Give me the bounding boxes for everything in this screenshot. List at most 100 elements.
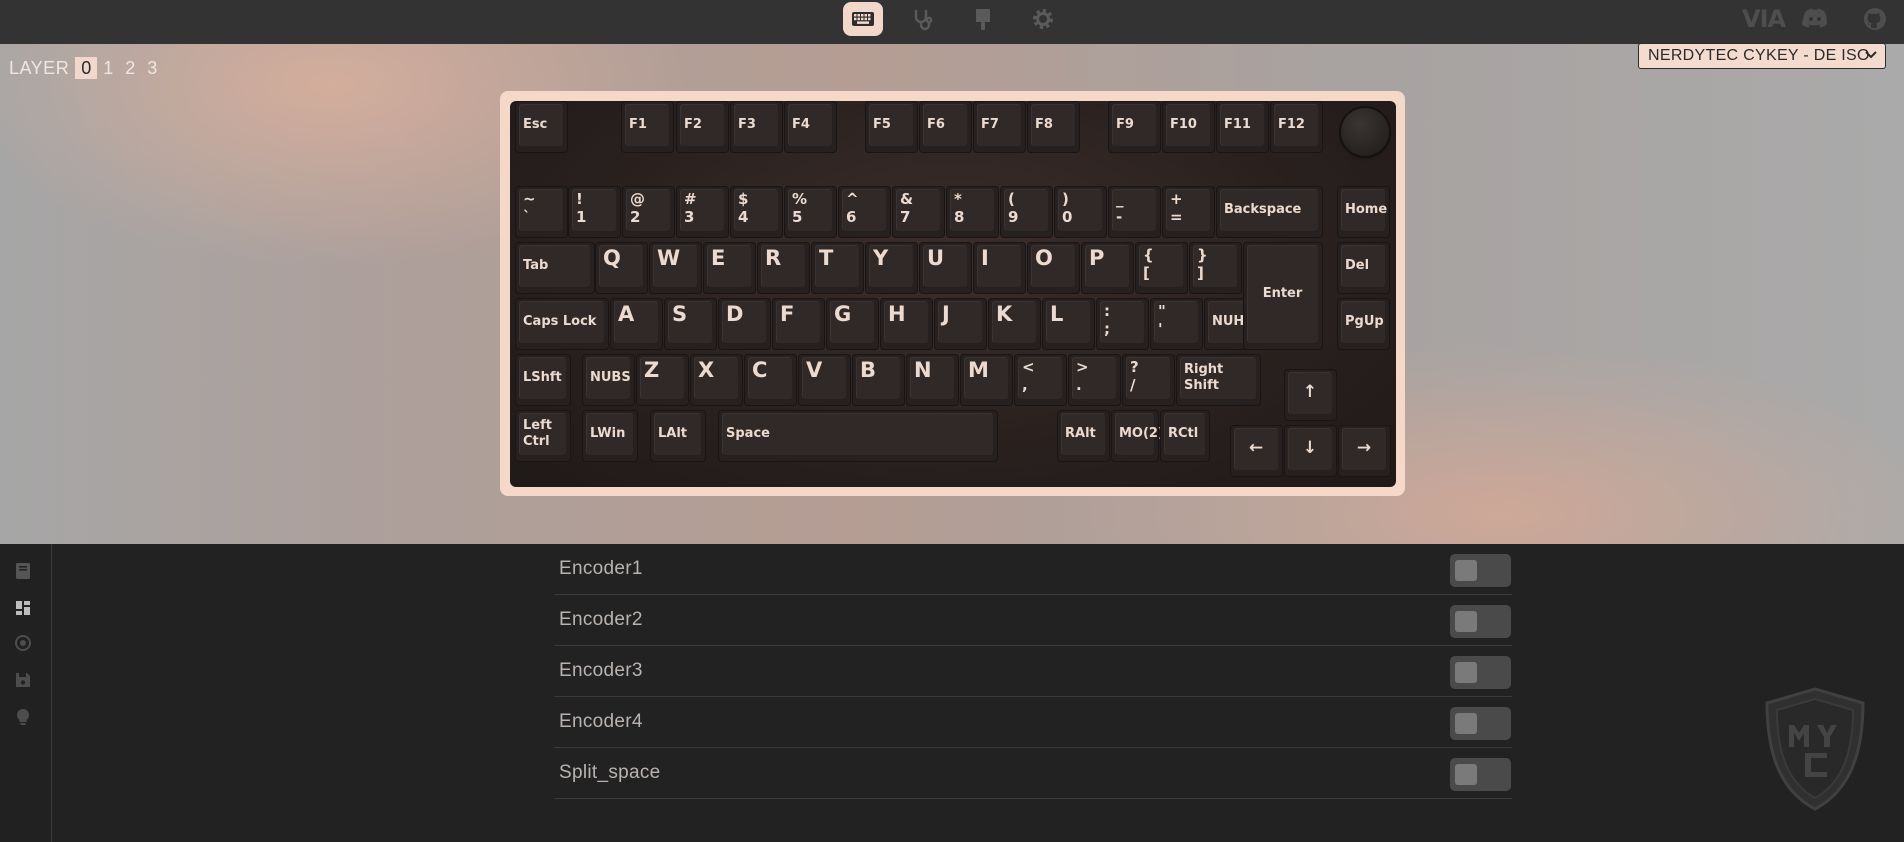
book-icon[interactable] [13,561,33,581]
key-x[interactable]: X [690,354,743,406]
key-k[interactable]: K [988,298,1041,350]
settings-tab[interactable] [1023,2,1063,36]
key-n8[interactable]: * 8 [946,186,999,238]
option-toggle[interactable] [1450,605,1511,638]
key-lalt[interactable]: LAlt [650,410,706,462]
key-f6[interactable]: F6 [919,101,972,153]
key-o[interactable]: O [1027,242,1080,294]
key-ralt[interactable]: RAlt [1057,410,1110,462]
keyboard-tab[interactable] [843,2,883,36]
keyboard-definition-select[interactable]: NERDYTEC CYKEY - DE ISO [1638,43,1886,69]
key-right[interactable]: → [1338,425,1391,477]
key-n4[interactable]: $4 [730,186,783,238]
option-toggle[interactable] [1450,707,1511,740]
key-semicolon[interactable]: :; [1096,298,1149,350]
key-f2[interactable]: F2 [676,101,729,153]
key-n1[interactable]: ! 1 [568,186,621,238]
key-rctl[interactable]: RCtl [1160,410,1210,462]
key-f12[interactable]: F12 [1270,101,1323,153]
key-r[interactable]: R [757,242,810,294]
key-j[interactable]: J [934,298,987,350]
key-u[interactable]: U [919,242,972,294]
discord-link[interactable] [1801,6,1829,32]
key-n3[interactable]: #3 [676,186,729,238]
key-n0[interactable]: ) 0 [1054,186,1107,238]
via-logo[interactable]: VIA [1742,5,1786,33]
key-v[interactable]: V [798,354,851,406]
key-f7[interactable]: F7 [973,101,1026,153]
key-home[interactable]: Home [1337,186,1390,238]
layer-button-2[interactable]: 2 [119,57,141,79]
option-toggle[interactable] [1450,758,1511,791]
key-m[interactable]: M [960,354,1013,406]
key-h[interactable]: H [880,298,933,350]
key-down[interactable]: ↓ [1284,425,1337,477]
key-n6[interactable]: ^ 6 [838,186,891,238]
layer-button-3[interactable]: 3 [141,57,163,79]
key-nubs[interactable]: NUBS [582,354,635,406]
key-s[interactable]: S [664,298,717,350]
key-pgup[interactable]: PgUp [1337,298,1390,350]
key-esc[interactable]: Esc [515,101,568,153]
key-f4[interactable]: F4 [784,101,837,153]
key-lbracket[interactable]: {[ [1135,242,1188,294]
key-lctrl[interactable]: Left Ctrl [515,410,571,462]
key-f[interactable]: F [772,298,825,350]
key-e[interactable]: E [703,242,756,294]
key-f8[interactable]: F8 [1027,101,1080,153]
key-enter[interactable]: Enter [1243,242,1323,350]
key-d[interactable]: D [718,298,771,350]
key-n2[interactable]: @2 [622,186,675,238]
key-mo2[interactable]: MO(2) [1111,410,1164,462]
key-a[interactable]: A [610,298,663,350]
key-y[interactable]: Y [865,242,918,294]
option-toggle[interactable] [1450,656,1511,689]
key-backspace[interactable]: Backspace [1216,186,1323,238]
key-n5[interactable]: % 5 [784,186,837,238]
key-slash[interactable]: ? / [1122,354,1175,406]
key-lshift[interactable]: LShft [515,354,571,406]
key-i[interactable]: I [973,242,1026,294]
key-w[interactable]: W [649,242,702,294]
record-icon[interactable] [13,633,33,653]
lightbulb-icon[interactable] [13,707,33,727]
dashboard-icon[interactable] [13,598,33,618]
key-n7[interactable]: & 7 [892,186,945,238]
key-period[interactable]: >. [1068,354,1121,406]
github-link[interactable] [1862,6,1888,32]
key-equal[interactable]: + = [1162,186,1215,238]
key-f10[interactable]: F10 [1162,101,1215,153]
key-f1[interactable]: F1 [621,101,674,153]
key-q[interactable]: Q [595,242,648,294]
key-b[interactable]: B [852,354,905,406]
key-del[interactable]: Del [1337,242,1390,294]
key-up[interactable]: ↑ [1284,369,1337,421]
option-toggle[interactable] [1450,554,1511,587]
key-n9[interactable]: (9 [1000,186,1053,238]
key-g[interactable]: G [826,298,879,350]
key-f9[interactable]: F9 [1108,101,1161,153]
key-caps[interactable]: Caps Lock [515,298,609,350]
key-space[interactable]: Space [718,410,998,462]
key-f5[interactable]: F5 [865,101,918,153]
key-z[interactable]: Z [636,354,689,406]
key-lwin[interactable]: LWin [582,410,638,462]
key-tab[interactable]: Tab [515,242,595,294]
key-grave[interactable]: ~ ` [515,186,568,238]
key-t[interactable]: T [811,242,864,294]
key-rbracket[interactable]: }] [1189,242,1242,294]
save-icon[interactable] [13,670,33,690]
design-tab[interactable] [963,2,1003,36]
layer-button-1[interactable]: 1 [97,57,119,79]
diagnostics-tab[interactable] [903,2,943,36]
key-minus[interactable]: _ - [1108,186,1161,238]
key-f11[interactable]: F11 [1216,101,1269,153]
key-p[interactable]: P [1081,242,1134,294]
key-c[interactable]: C [744,354,797,406]
key-quote[interactable]: " ' [1150,298,1203,350]
key-rshift[interactable]: Right Shift [1176,354,1261,406]
key-f3[interactable]: F3 [730,101,783,153]
key-comma[interactable]: <, [1014,354,1067,406]
key-left[interactable]: ← [1230,425,1283,477]
key-n[interactable]: N [906,354,959,406]
